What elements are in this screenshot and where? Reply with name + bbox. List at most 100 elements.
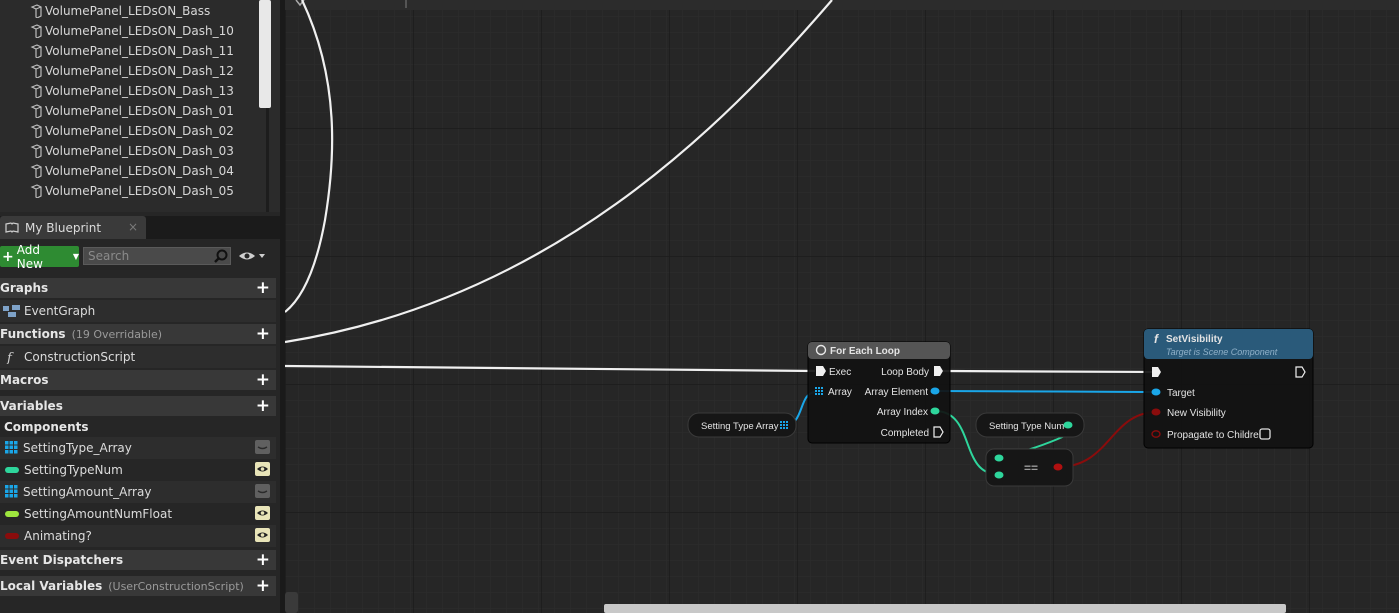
set-visibility-title: SetVisibility xyxy=(1166,334,1223,345)
tree-item[interactable]: VolumePanel_LEDsON_Dash_12 xyxy=(30,61,234,81)
category-components[interactable]: Components xyxy=(0,417,276,437)
tree-item-label: VolumePanel_LEDsON_Dash_01 xyxy=(45,104,234,118)
equal-node[interactable]: == xyxy=(985,448,1074,487)
horizontal-scrollbar[interactable] xyxy=(604,604,1286,613)
new-visibility-label: New Visibility xyxy=(1167,408,1226,419)
add-variable-button[interactable]: + xyxy=(256,397,270,415)
tree-item-label: VolumePanel_LEDsON_Dash_05 xyxy=(45,184,234,198)
tree-item[interactable]: VolumePanel_LEDsON_Dash_05 xyxy=(30,181,234,201)
add-macro-button[interactable]: + xyxy=(256,371,270,389)
visibility-eye-icon[interactable] xyxy=(255,440,270,454)
propagate-label: Propagate to Children xyxy=(1167,430,1264,441)
add-local-variable-button[interactable]: + xyxy=(256,577,270,595)
add-graph-button[interactable]: + xyxy=(256,279,270,297)
section-local-variables[interactable]: Local Variables (UserConstructionScript)… xyxy=(0,576,276,596)
array-element-pin[interactable] xyxy=(930,387,940,395)
variable-row[interactable]: SettingAmountNumFloat xyxy=(0,503,276,525)
tree-item[interactable]: VolumePanel_LEDsON_Dash_03 xyxy=(30,141,234,161)
chevron-down-icon: ▼ xyxy=(72,252,79,261)
local-variables-scope: (UserConstructionScript) xyxy=(108,579,244,593)
components-category-label: Components xyxy=(4,420,89,434)
setting-type-num-node[interactable]: Setting Type Num xyxy=(975,412,1085,438)
for-each-title: For Each Loop xyxy=(830,346,900,357)
propagate-checkbox[interactable] xyxy=(1259,428,1271,440)
graph-item-eventgraph[interactable]: EventGraph xyxy=(0,300,276,322)
array-index-label: Array Index xyxy=(877,407,928,418)
target-label: Target xyxy=(1167,388,1195,399)
graph-icon xyxy=(3,305,20,317)
equal-output-pin[interactable] xyxy=(1053,463,1063,471)
search-input[interactable] xyxy=(88,248,208,264)
variable-row[interactable]: SettingTypeNum xyxy=(0,459,276,481)
array-type-icon xyxy=(5,441,18,454)
section-local-variables-label: Local Variables xyxy=(0,579,103,593)
static-mesh-icon xyxy=(30,64,42,78)
equal-input-b-pin[interactable] xyxy=(994,471,1004,479)
graph-canvas[interactable]: For Each Loop Exec Array Loop Body Array… xyxy=(285,0,1399,613)
eye-icon[interactable] xyxy=(238,250,268,262)
visibility-eye-icon[interactable] xyxy=(255,506,270,520)
array-pin-label: Array xyxy=(828,387,852,398)
static-mesh-icon xyxy=(30,44,42,58)
add-new-button[interactable]: + Add New ▼ xyxy=(0,243,79,271)
book-icon xyxy=(5,222,19,233)
tree-item-label: VolumePanel_LEDsON_Bass xyxy=(45,4,211,18)
add-function-button[interactable]: + xyxy=(256,325,270,343)
tab-bar: My Blueprint × xyxy=(0,216,280,239)
equal-operator: == xyxy=(1024,461,1038,475)
static-mesh-icon xyxy=(30,164,42,178)
tree-item-label: VolumePanel_LEDsON_Dash_12 xyxy=(45,64,234,78)
section-variables[interactable]: Variables + xyxy=(0,396,276,416)
array-grid-icon xyxy=(815,387,823,395)
svg-text:f: f xyxy=(6,351,14,364)
tree-item[interactable]: VolumePanel_LEDsON_Dash_11 xyxy=(30,41,234,61)
for-each-loop-node[interactable]: For Each Loop Exec Array Loop Body Array… xyxy=(807,341,951,444)
visibility-eye-icon[interactable] xyxy=(255,462,270,476)
variable-row[interactable]: SettingAmount_Array xyxy=(0,481,276,503)
array-index-pin[interactable] xyxy=(930,407,940,415)
tab-my-blueprint[interactable]: My Blueprint × xyxy=(0,216,146,239)
search-field[interactable] xyxy=(83,247,231,265)
array-element-label: Array Element xyxy=(865,387,929,398)
bottom-left-handle[interactable] xyxy=(285,592,298,613)
setting-type-num-pin[interactable] xyxy=(1063,421,1073,429)
static-mesh-icon xyxy=(30,124,42,138)
variable-type-icon xyxy=(5,511,19,517)
section-event-dispatchers[interactable]: Event Dispatchers + xyxy=(0,550,276,570)
setting-type-num-label: Setting Type Num xyxy=(989,421,1064,432)
variable-row[interactable]: SettingType_Array xyxy=(0,437,276,459)
function-item-constructionscript[interactable]: f ConstructionScript xyxy=(0,346,276,368)
variable-row[interactable]: Animating? xyxy=(0,525,276,547)
set-visibility-node[interactable]: f SetVisibility Target is Scene Componen… xyxy=(1143,328,1314,449)
new-visibility-pin[interactable] xyxy=(1151,408,1161,416)
section-graphs[interactable]: Graphs + xyxy=(0,278,276,298)
eventgraph-label: EventGraph xyxy=(24,304,96,318)
close-icon[interactable]: × xyxy=(128,220,138,234)
setting-type-array-node[interactable]: Setting Type Array xyxy=(687,412,797,438)
equal-input-a-pin[interactable] xyxy=(994,454,1004,462)
static-mesh-icon xyxy=(30,24,42,38)
graph-toolbar-remnant xyxy=(285,0,1399,10)
tree-scrollbar[interactable] xyxy=(259,0,271,108)
tree-item[interactable]: VolumePanel_LEDsON_Dash_01 xyxy=(30,101,234,121)
completed-label: Completed xyxy=(881,428,929,439)
setting-type-array-label: Setting Type Array xyxy=(701,421,779,432)
variable-name: Animating? xyxy=(24,529,92,543)
component-tree: VolumePanel_LEDsON_Bass VolumePanel_LEDsO… xyxy=(0,0,280,212)
exec-pin-label: Exec xyxy=(829,367,851,378)
set-visibility-subtitle: Target is Scene Component xyxy=(1166,347,1278,357)
variable-name: SettingTypeNum xyxy=(24,463,123,477)
visibility-eye-icon[interactable] xyxy=(255,484,270,498)
tree-item[interactable]: VolumePanel_LEDsON_Dash_04 xyxy=(30,161,234,181)
visibility-eye-icon[interactable] xyxy=(255,528,270,542)
tree-item[interactable]: VolumePanel_LEDsON_Dash_13 xyxy=(30,81,234,101)
tree-item[interactable]: VolumePanel_LEDsON_Bass xyxy=(30,1,210,21)
loop-body-label: Loop Body xyxy=(881,367,929,378)
tree-item[interactable]: VolumePanel_LEDsON_Dash_10 xyxy=(30,21,234,41)
add-event-dispatcher-button[interactable]: + xyxy=(256,551,270,569)
target-pin[interactable] xyxy=(1151,388,1161,396)
section-macros[interactable]: Macros + xyxy=(0,370,276,390)
search-icon[interactable] xyxy=(214,249,228,263)
section-functions[interactable]: Functions (19 Overridable) + xyxy=(0,324,276,344)
tree-item[interactable]: VolumePanel_LEDsON_Dash_02 xyxy=(30,121,234,141)
